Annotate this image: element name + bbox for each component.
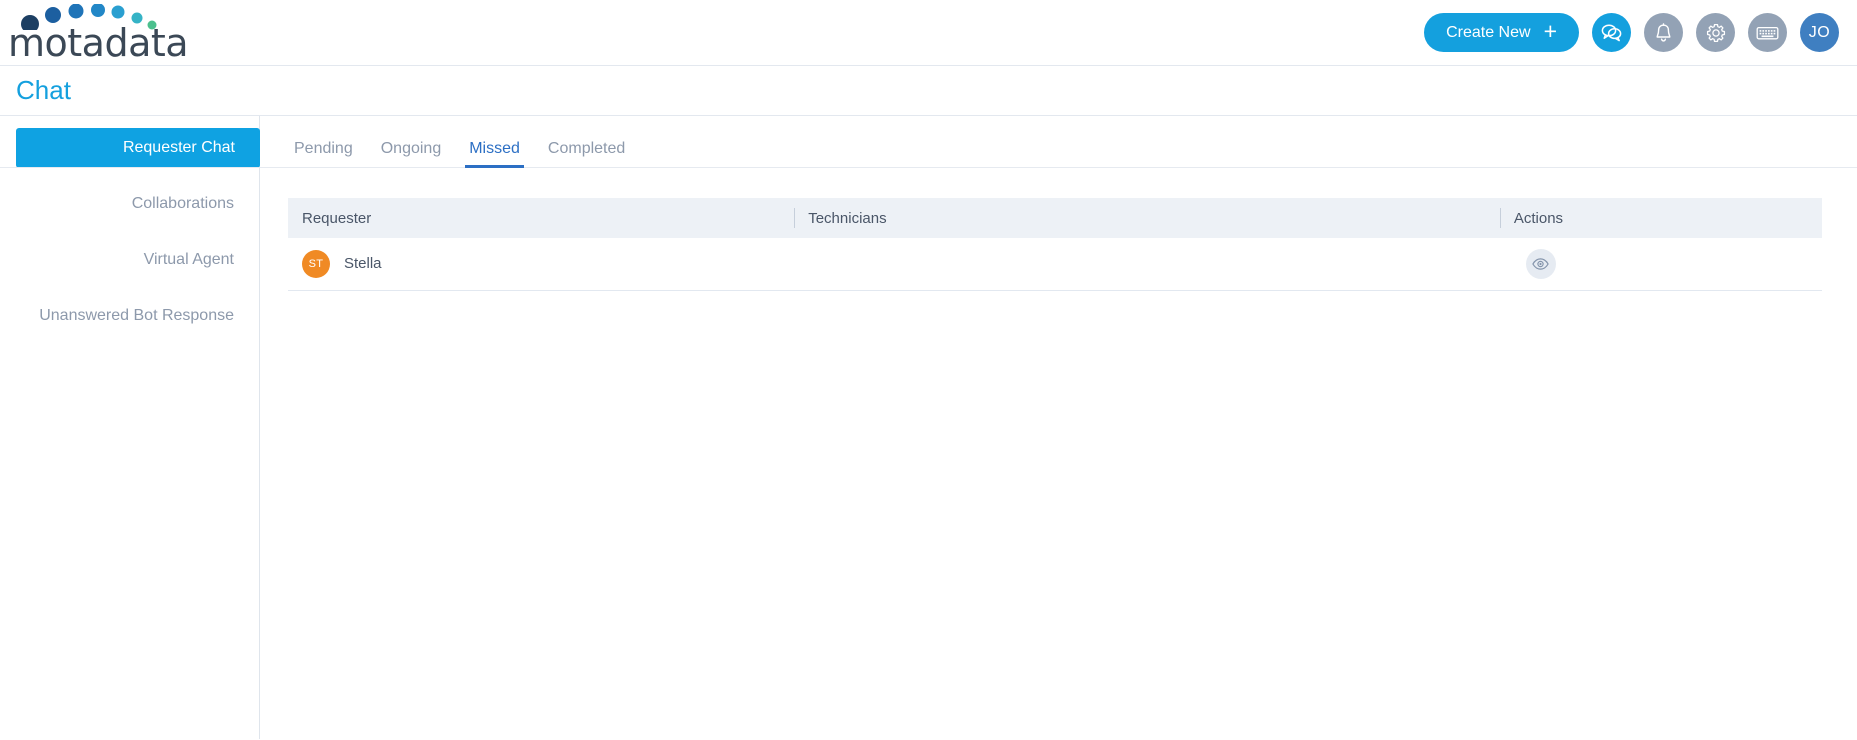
- eye-icon: [1532, 258, 1550, 270]
- tab-ongoing[interactable]: Ongoing: [367, 140, 456, 167]
- chat-icon-button[interactable]: [1592, 13, 1631, 52]
- chat-table: Requester Technicians Actions ST Stella: [288, 198, 1822, 291]
- table-body: ST Stella: [288, 238, 1822, 291]
- sidebar-item-unanswered-bot-response[interactable]: Unanswered Bot Response: [0, 296, 259, 336]
- page-title-bar: Chat: [0, 66, 1857, 116]
- sidebar-item-virtual-agent[interactable]: Virtual Agent: [0, 240, 259, 280]
- requester-name: Stella: [344, 255, 382, 273]
- requester-avatar-initials: ST: [308, 257, 324, 270]
- column-header-requester[interactable]: Requester: [288, 198, 795, 238]
- create-new-label: Create New: [1446, 23, 1531, 41]
- cell-requester: ST Stella: [288, 238, 795, 291]
- logo-wordmark: motadata: [8, 20, 189, 65]
- page-body: Requester Chat Collaborations Virtual Ag…: [0, 116, 1857, 739]
- requester-avatar: ST: [302, 249, 330, 278]
- keyboard-shortcuts-button[interactable]: [1748, 13, 1787, 52]
- app-logo[interactable]: motadata: [8, 3, 189, 65]
- column-header-label: Requester: [302, 209, 372, 227]
- cell-actions: [1499, 238, 1822, 291]
- tab-pending[interactable]: Pending: [280, 140, 367, 167]
- sidebar-item-label: Collaborations: [131, 195, 234, 212]
- sidebar-item-collaborations[interactable]: Collaborations: [0, 184, 259, 224]
- column-header-label: Technicians: [808, 209, 887, 227]
- create-new-button[interactable]: Create New +: [1424, 13, 1579, 52]
- avatar-initials: JO: [1808, 23, 1831, 41]
- sidebar-item-label: Unanswered Bot Response: [39, 307, 234, 324]
- table-header-row: Requester Technicians Actions: [288, 198, 1822, 238]
- keyboard-icon: [1756, 26, 1779, 39]
- sidebar-item-label: Virtual Agent: [143, 251, 234, 268]
- column-header-label: Actions: [1513, 209, 1564, 227]
- page-title: Chat: [16, 75, 71, 105]
- plus-icon: +: [1543, 18, 1557, 44]
- tab-label: Completed: [547, 140, 626, 157]
- tab-completed[interactable]: Completed: [534, 140, 639, 167]
- bell-icon: [1656, 22, 1671, 42]
- column-header-actions[interactable]: Actions: [1499, 198, 1822, 238]
- notifications-button[interactable]: [1644, 13, 1683, 52]
- table-row[interactable]: ST Stella: [288, 238, 1822, 291]
- header-actions: Create New + JO: [1424, 13, 1857, 52]
- tab-label: Ongoing: [380, 140, 442, 157]
- tab-missed[interactable]: Missed: [455, 140, 534, 168]
- sidebar: Requester Chat Collaborations Virtual Ag…: [0, 116, 260, 739]
- top-header: motadata Create New + JO: [0, 0, 1857, 66]
- requester-cell: ST Stella: [302, 249, 780, 278]
- chat-icon: [1601, 24, 1622, 42]
- tab-label: Pending: [294, 140, 353, 157]
- tab-label: Missed: [469, 140, 520, 157]
- gear-icon: [1706, 23, 1725, 42]
- cell-technicians: [794, 238, 1500, 291]
- column-header-technicians[interactable]: Technicians: [794, 198, 1500, 238]
- table-area: Requester Technicians Actions ST Stella: [260, 168, 1857, 291]
- settings-button[interactable]: [1696, 13, 1735, 52]
- view-chat-button[interactable]: [1525, 248, 1556, 279]
- user-avatar[interactable]: JO: [1800, 13, 1839, 52]
- table-header: Requester Technicians Actions: [288, 198, 1822, 238]
- tab-bar: Pending Ongoing Missed Completed: [0, 116, 1857, 168]
- main-content: Pending Ongoing Missed Completed Request…: [0, 116, 1857, 739]
